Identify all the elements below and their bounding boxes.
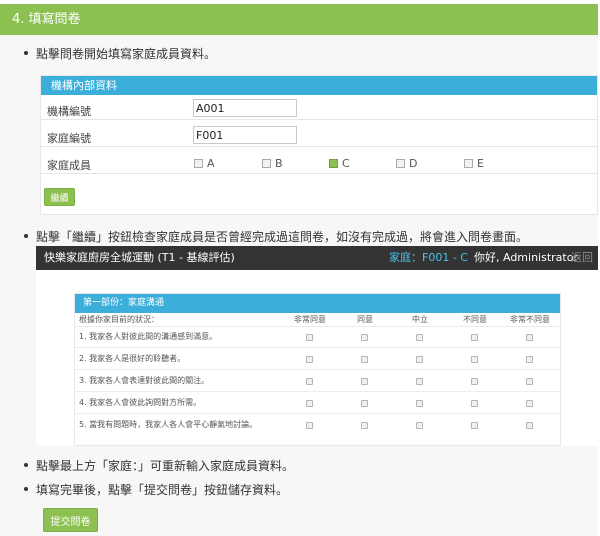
answer-radio[interactable] [361,378,368,385]
scale-agree: 同意 [357,315,373,324]
scale-strongly-agree: 非常同意 [294,315,326,324]
instruction-text: 點擊最上方「家庭：」可重新輸入家庭成員資料。 [36,459,295,473]
answer-radio[interactable] [416,422,423,429]
answer-radio[interactable] [526,378,533,385]
bullet-dot [24,50,28,55]
scale-disagree: 不同意 [463,315,487,324]
user-greeting: 你好, Administrator [474,251,578,264]
member-c-label: C [342,157,350,170]
scale-header-row: 根據你家目前的狀況： 非常同意 同意 中立 不同意 非常不同意 [75,313,560,327]
question-text: 3. 我家各人會表達對彼此間的關注。 [79,376,210,385]
question-prompt: 根據你家目前的狀況： [79,315,159,324]
members-label: 家庭成員 [47,159,91,172]
bullet-dot [24,233,28,238]
answer-radio[interactable] [416,378,423,385]
members-row: 家庭成員 A B C D E [41,152,597,174]
scale-strongly-disagree: 非常不同意 [510,315,550,324]
question-panel: 第一部份：家庭溝通 根據你家目前的狀況： 非常同意 同意 中立 不同意 非常不同… [74,293,561,446]
answer-radio[interactable] [361,334,368,341]
member-e-label: E [477,157,484,170]
answer-radio[interactable] [471,422,478,429]
member-d-label: D [409,157,418,170]
member-a-label: A [207,157,215,170]
member-option-a[interactable]: A [194,157,215,170]
instruction-2: 點擊「繼續」按鈕檢查家庭成員是否曾經完成過這問卷，如沒有完成過，將會進入問卷畫面… [24,228,528,245]
answer-radio[interactable] [471,400,478,407]
answer-radio[interactable] [306,422,313,429]
member-d-checkbox[interactable] [396,158,405,168]
answer-radio[interactable] [416,400,423,407]
member-option-b[interactable]: B [262,157,283,170]
family-id-input[interactable] [193,126,297,144]
question-row: 3. 我家各人會表達對彼此間的關注。 [75,370,560,392]
answer-radio[interactable] [416,334,423,341]
member-a-checkbox[interactable] [194,158,203,168]
member-c-checkbox[interactable] [329,158,338,168]
family-row: 家庭編號 [41,125,597,147]
member-e-checkbox[interactable] [464,158,473,168]
answer-radio[interactable] [471,378,478,385]
member-option-d[interactable]: D [396,157,417,170]
question-text: 1. 我家各人對彼此間的溝通感到滿意。 [79,332,218,341]
answer-radio[interactable] [361,422,368,429]
survey-screenshot: 快樂家庭廚房全城運動 (T1 - 基線評估) 家庭：F001 - C 你好, A… [36,246,598,446]
form-panel-title: 機構內部資料 [41,76,597,95]
answer-radio[interactable] [306,334,313,341]
answer-radio[interactable] [471,356,478,363]
answer-radio[interactable] [416,356,423,363]
answer-radio[interactable] [361,400,368,407]
answer-radio[interactable] [526,334,533,341]
answer-radio[interactable] [526,422,533,429]
instruction-text: 點擊「繼續」按鈕檢查家庭成員是否曾經完成過這問卷，如沒有完成過，將會進入問卷畫面… [36,230,529,244]
question-text: 5. 當我有問題時，我家人各人會平心靜氣地討論。 [79,420,258,429]
family-label: 家庭編號 [47,132,91,145]
section-header: 4. 填寫問卷 [0,4,598,35]
submit-survey-button[interactable]: 提交問卷 [43,508,98,532]
family-link[interactable]: 家庭：F001 - C [389,246,468,270]
instruction-1: 點擊問卷開始填寫家庭成員資料。 [24,45,216,62]
org-label: 機構編號 [47,105,91,118]
answer-radio[interactable] [306,356,313,363]
member-option-e[interactable]: E [464,157,484,170]
member-b-label: B [275,157,283,170]
question-text: 4. 我家各人會彼此詢問對方所需。 [79,398,202,407]
scale-neutral: 中立 [412,315,428,324]
instruction-4: 填寫完畢後，點擊「提交問卷」按鈕儲存資料。 [24,481,288,498]
question-row: 4. 我家各人會彼此詢問對方所需。 [75,392,560,414]
question-row: 2. 我家各人是很好的聆聽者。 [75,348,560,370]
question-row: 1. 我家各人對彼此間的溝通感到滿意。 [75,327,560,348]
member-option-c[interactable]: C [329,157,350,170]
answer-radio[interactable] [526,356,533,363]
continue-button[interactable]: 繼續 [44,188,75,206]
answer-radio[interactable] [306,400,313,407]
member-b-checkbox[interactable] [262,158,271,168]
survey-topbar: 快樂家庭廚房全城運動 (T1 - 基線評估) 家庭：F001 - C 你好, A… [36,246,598,270]
answer-radio[interactable] [306,378,313,385]
answer-radio[interactable] [471,334,478,341]
instruction-text: 點擊問卷開始填寫家庭成員資料。 [36,47,217,61]
question-text: 2. 我家各人是很好的聆聽者。 [79,354,186,363]
answer-radio[interactable] [526,400,533,407]
answer-radio[interactable] [361,356,368,363]
back-link[interactable]: 返回 [571,246,593,270]
org-id-input[interactable] [193,99,297,117]
survey-title: 快樂家庭廚房全城運動 (T1 - 基線評估) [44,251,235,264]
instruction-3: 點擊最上方「家庭：」可重新輸入家庭成員資料。 [24,457,294,474]
org-row: 機構編號 [41,98,597,120]
bullet-dot [24,462,28,467]
family-form-panel: 機構內部資料 機構編號 家庭編號 家庭成員 A B C D E 繼續 [40,75,598,215]
question-row: 5. 當我有問題時，我家人各人會平心靜氣地討論。 [75,414,560,446]
part-title: 第一部份：家庭溝通 [75,294,560,313]
bullet-dot [24,486,28,491]
instruction-text: 填寫完畢後，點擊「提交問卷」按鈕儲存資料。 [36,483,289,497]
section-title: 4. 填寫問卷 [12,12,81,27]
